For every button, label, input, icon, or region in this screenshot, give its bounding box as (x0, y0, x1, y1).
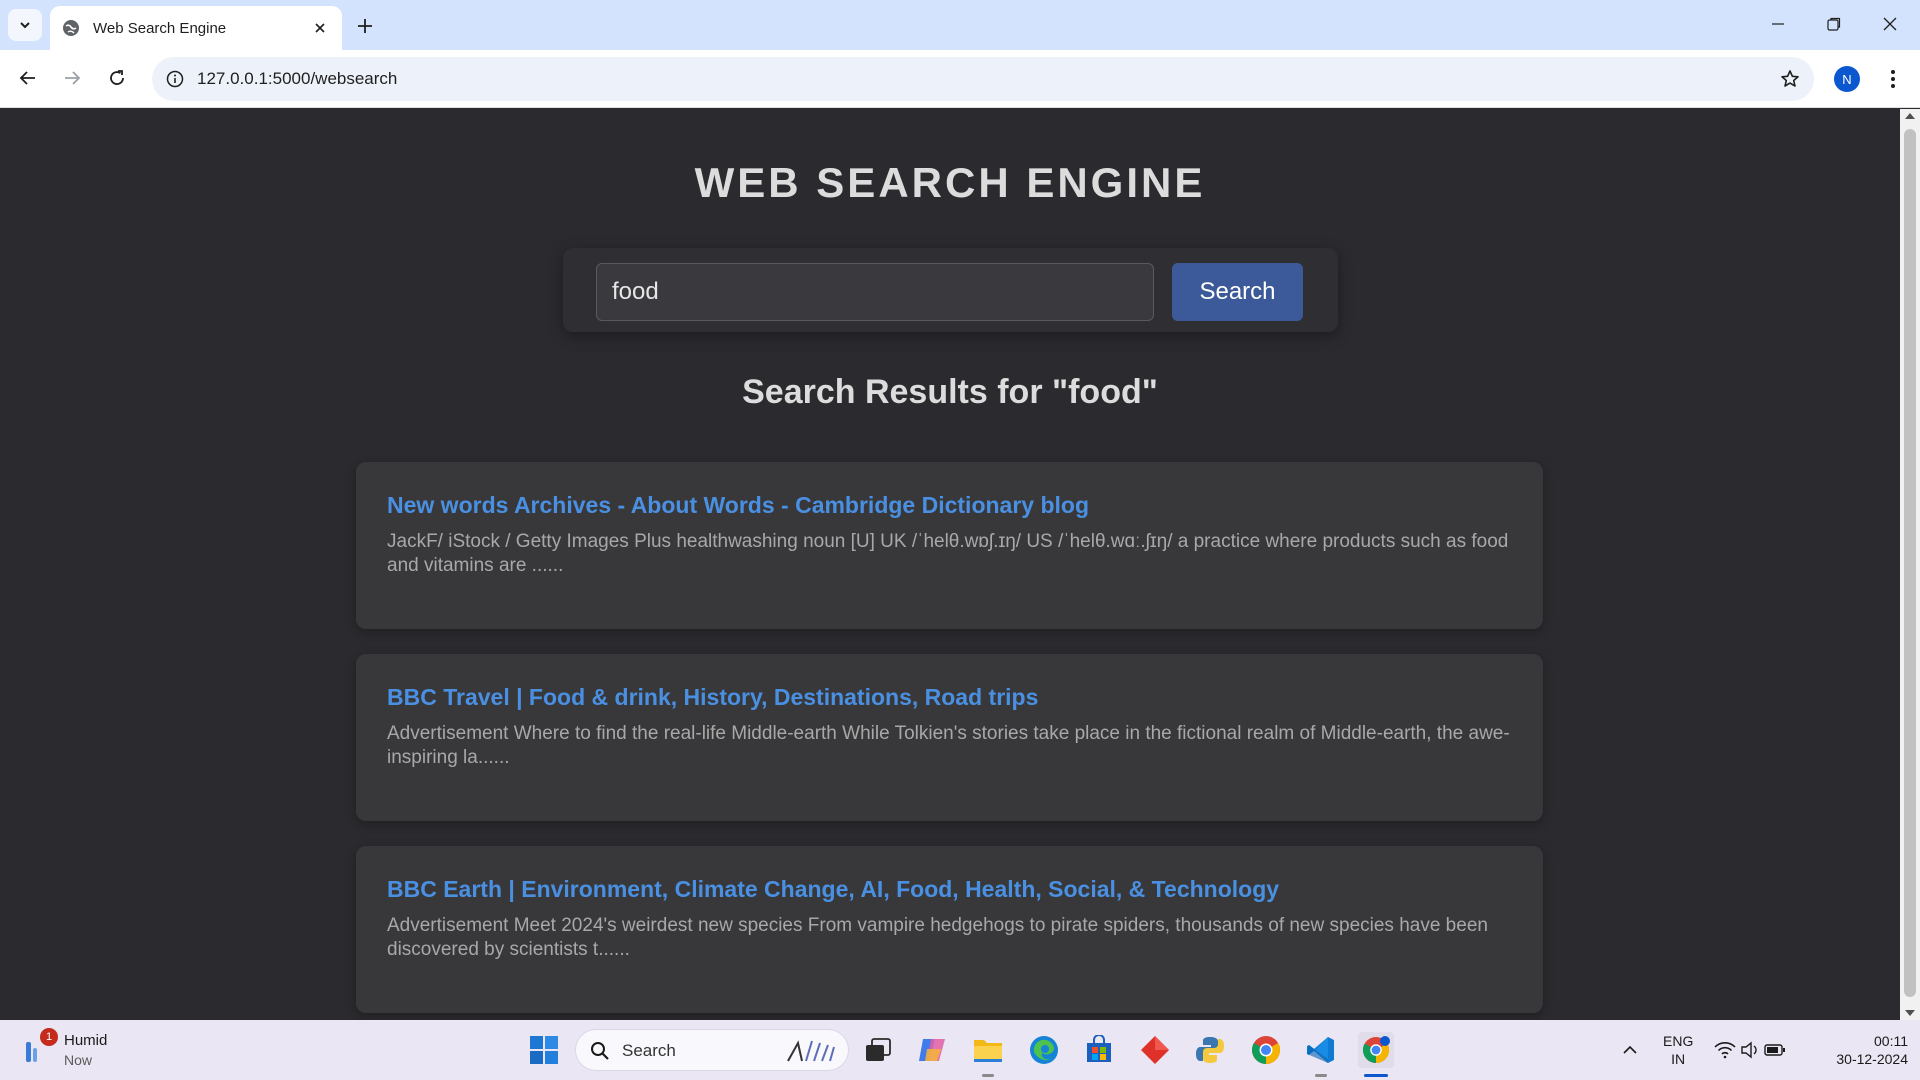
edge-icon (1030, 1036, 1058, 1064)
edge-button[interactable] (1026, 1032, 1062, 1068)
scroll-up-arrow-icon[interactable] (1905, 113, 1915, 119)
scroll-down-arrow-icon[interactable] (1905, 1010, 1915, 1016)
tab-title: Web Search Engine (93, 19, 227, 37)
chrome-profile-button[interactable] (1358, 1032, 1394, 1068)
vscode-icon (1307, 1037, 1334, 1063)
app-button-red[interactable] (1137, 1032, 1173, 1068)
site-info-button[interactable] (160, 64, 190, 94)
minimize-button[interactable] (1750, 0, 1806, 48)
result-card: New words Archives - About Words - Cambr… (356, 462, 1543, 629)
python-idle-button[interactable] (1192, 1032, 1228, 1068)
forward-button[interactable] (56, 62, 88, 94)
wifi-icon (1714, 1042, 1736, 1059)
folder-icon (974, 1040, 1002, 1062)
minimize-icon (1772, 23, 1784, 25)
copilot-icon (919, 1039, 945, 1061)
store-button[interactable] (1081, 1032, 1117, 1068)
more-vertical-icon (1891, 70, 1895, 88)
plus-icon (358, 19, 372, 33)
search-highlight-icon (787, 1040, 835, 1062)
profile-avatar[interactable]: N (1834, 66, 1860, 92)
info-icon (166, 70, 184, 88)
arrow-right-icon (65, 71, 81, 85)
globe-icon (63, 20, 79, 36)
result-snippet: Advertisement Where to find the real-lif… (387, 723, 1510, 768)
battery-icon (1764, 1044, 1785, 1056)
taskbar-search[interactable]: Search (575, 1029, 849, 1071)
browser-tab[interactable]: Web Search Engine (50, 6, 342, 50)
chrome-profile-icon (1362, 1036, 1390, 1064)
close-window-button[interactable] (1862, 0, 1918, 48)
clock-date: 30-12-2024 (1836, 1051, 1908, 1067)
restore-icon (1827, 17, 1841, 31)
search-icon (591, 1042, 609, 1060)
chrome-icon (1252, 1036, 1280, 1064)
result-card: BBC Earth | Environment, Climate Change,… (356, 846, 1543, 1013)
url-text[interactable]: 127.0.0.1:5000/websearch (197, 69, 397, 89)
close-icon (315, 23, 325, 33)
language-indicator[interactable]: ENG IN (1663, 1032, 1693, 1068)
weather-time: Now (64, 1052, 93, 1068)
vscode-button[interactable] (1303, 1032, 1339, 1068)
search-input[interactable] (596, 263, 1154, 321)
search-form: Search (563, 248, 1338, 332)
browser-toolbar: 127.0.0.1:5000/websearch N (0, 50, 1920, 108)
new-tab-button[interactable] (352, 13, 378, 39)
address-bar[interactable]: 127.0.0.1:5000/websearch (152, 57, 1814, 101)
reload-button[interactable] (101, 62, 133, 94)
quick-settings-button[interactable] (1710, 1032, 1790, 1068)
chevron-down-icon (20, 22, 30, 29)
result-title-link[interactable]: New words Archives - About Words - Cambr… (387, 492, 1089, 519)
language-code: ENG (1663, 1033, 1694, 1049)
show-hidden-icons-button[interactable] (1614, 1032, 1646, 1068)
scrollbar-thumb[interactable] (1904, 129, 1916, 997)
running-indicator (1315, 1074, 1327, 1077)
start-button[interactable] (526, 1032, 562, 1068)
notification-badge: 1 (40, 1028, 58, 1046)
result-title-link[interactable]: BBC Travel | Food & drink, History, Dest… (387, 684, 1038, 711)
clock-time: 00:11 (1874, 1033, 1908, 1049)
arrow-left-icon (19, 71, 35, 85)
python-icon (1196, 1037, 1224, 1063)
windows-taskbar: 1 Humid Now Search ENG IN 00:11 30-12-20… (0, 1020, 1920, 1080)
weather-widget[interactable]: 1 Humid Now (20, 1028, 140, 1072)
close-icon (1883, 17, 1897, 31)
windows-logo-icon (530, 1036, 558, 1064)
task-view-icon (866, 1038, 891, 1061)
result-title-link[interactable]: BBC Earth | Environment, Climate Change,… (387, 876, 1279, 903)
running-indicator (982, 1074, 994, 1077)
region-code: IN (1671, 1051, 1686, 1067)
volume-icon (1741, 1041, 1757, 1059)
result-snippet: JackF/ iStock / Getty Images Plus health… (387, 531, 1509, 576)
result-snippet: Advertisement Meet 2024's weirdest new s… (387, 915, 1488, 960)
browser-menu-button[interactable] (1878, 64, 1908, 94)
page-scrollbar[interactable] (1900, 109, 1920, 1020)
reload-icon (110, 70, 124, 85)
file-explorer-button[interactable] (970, 1032, 1006, 1068)
bookmark-button[interactable] (1778, 67, 1802, 91)
result-card: BBC Travel | Food & drink, History, Dest… (356, 654, 1543, 821)
back-button[interactable] (12, 62, 44, 94)
page-viewport: WEB SEARCH ENGINE Search Search Results … (0, 109, 1900, 1020)
results-heading: Search Results for "food" (742, 373, 1158, 411)
search-button[interactable]: Search (1172, 263, 1303, 321)
tab-close-button[interactable] (310, 18, 330, 38)
restore-button[interactable] (1806, 0, 1862, 48)
task-view-button[interactable] (860, 1032, 896, 1068)
copilot-button[interactable] (915, 1032, 951, 1068)
active-indicator (1364, 1074, 1388, 1077)
chevron-up-icon (1623, 1045, 1637, 1054)
system-clock[interactable]: 00:11 30-12-2024 (1808, 1032, 1908, 1068)
store-icon (1087, 1035, 1111, 1062)
page-title: WEB SEARCH ENGINE (694, 159, 1206, 206)
chrome-button[interactable] (1248, 1032, 1284, 1068)
tab-search-button[interactable] (8, 9, 42, 41)
browser-tab-bar: Web Search Engine (0, 0, 1920, 50)
diamond-app-icon (1141, 1036, 1169, 1064)
taskbar-search-label: Search (622, 1041, 676, 1060)
star-icon (1781, 70, 1799, 87)
weather-condition: Humid (64, 1032, 108, 1049)
